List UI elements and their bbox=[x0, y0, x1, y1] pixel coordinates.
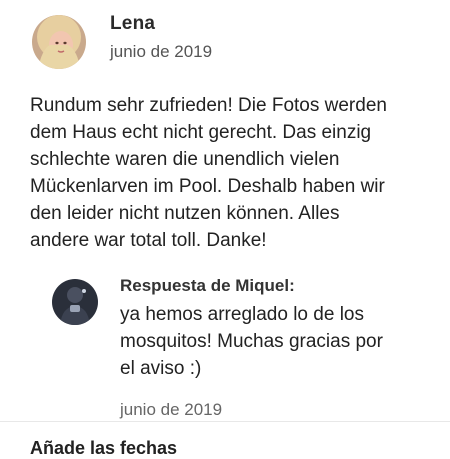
response-text: ya hemos arreglado lo de los mosquitos! … bbox=[120, 301, 430, 382]
review-card: Lena junio de 2019 Rundum sehr zufrieden… bbox=[0, 0, 450, 458]
review-date: junio de 2019 bbox=[110, 42, 213, 61]
host-avatar-image bbox=[52, 279, 98, 325]
review-text-line: andere war total toll. Danke! bbox=[30, 230, 267, 251]
review-text-line: den leider nicht nutzen können. Alles bbox=[30, 203, 340, 224]
avatar[interactable] bbox=[32, 15, 86, 69]
response-text-line: el aviso :) bbox=[120, 358, 202, 379]
reviewer-name[interactable]: Lena bbox=[110, 13, 155, 35]
divider bbox=[0, 421, 450, 422]
response-title: Respuesta de Miquel: bbox=[120, 276, 295, 295]
host-avatar[interactable] bbox=[52, 279, 98, 325]
review-text: Rundum sehr zufrieden! Die Fotos werden … bbox=[30, 92, 430, 254]
review-text-line: Rundum sehr zufrieden! Die Fotos werden bbox=[30, 95, 387, 116]
add-dates-heading[interactable]: Añade las fechas bbox=[30, 438, 177, 459]
review-text-line: Mückenlarven im Pool. Deshalb haben wir bbox=[30, 176, 385, 197]
reviewer-avatar-image bbox=[32, 15, 86, 69]
review-text-line: dem Haus echt nicht gerecht. Das einzig bbox=[30, 122, 372, 143]
response-date: junio de 2019 bbox=[120, 400, 223, 419]
review-text-line: schlechte waren die unendlich vielen bbox=[30, 149, 340, 170]
response-text-line: mosquitos! Muchas gracias por bbox=[120, 331, 383, 352]
response-text-line: ya hemos arreglado lo de los bbox=[120, 304, 364, 325]
